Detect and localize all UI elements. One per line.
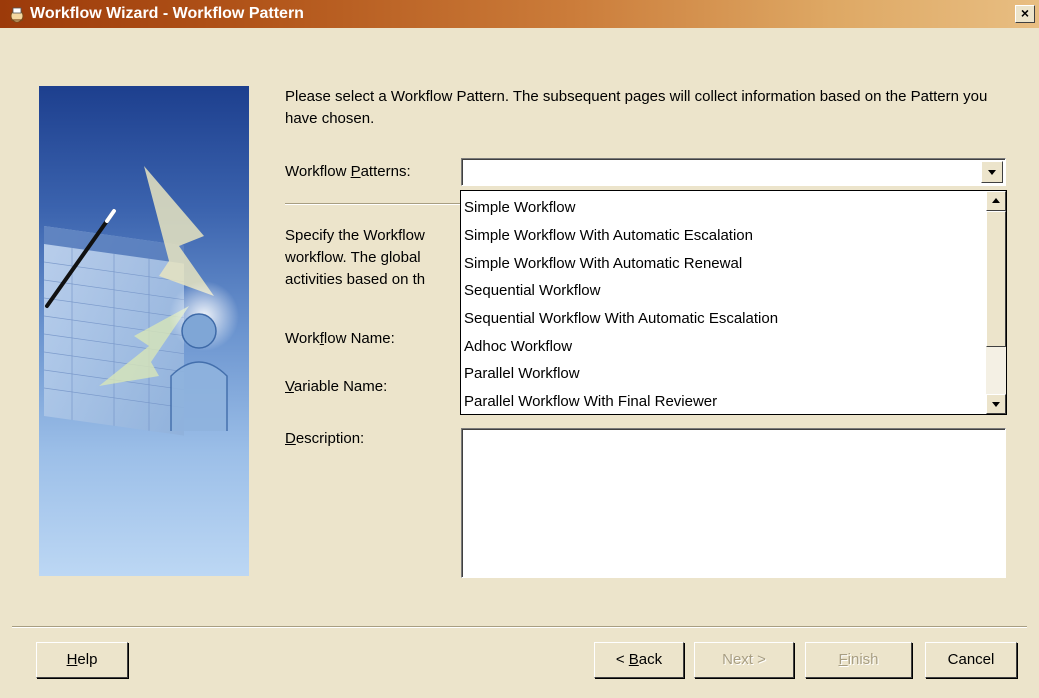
button-bar-separator [12, 626, 1027, 628]
dropdown-option[interactable]: Simple Workflow [464, 194, 575, 222]
variable-name-label: Variable Name: [285, 378, 388, 395]
workflow-patterns-label: Workflow Patterns: [285, 163, 411, 180]
dropdown-option[interactable]: Parallel Workflow [464, 360, 580, 388]
finish-button[interactable]: Finish [805, 642, 912, 678]
cancel-button[interactable]: Cancel [925, 642, 1017, 678]
scroll-up-icon [992, 198, 1000, 203]
dropdown-scrollbar[interactable] [986, 191, 1006, 414]
scrollbar-thumb[interactable] [986, 211, 1006, 347]
dropdown-option[interactable]: Sequential Workflow With Automatic Escal… [464, 305, 778, 333]
close-icon: × [1020, 5, 1030, 21]
spec-text-line: activities based on th [285, 271, 426, 288]
window-title: Workflow Wizard - Workflow Pattern [30, 5, 304, 22]
help-button[interactable]: Help [36, 642, 128, 678]
chevron-down-icon [988, 170, 996, 175]
spec-text-line: Specify the Workflow [285, 227, 425, 244]
workflow-patterns-combo[interactable] [461, 158, 1006, 186]
workflow-patterns-dropdown-button[interactable] [981, 161, 1003, 183]
scroll-up-button[interactable] [986, 191, 1006, 211]
spec-text-line: workflow. The global [285, 249, 421, 266]
wizard-illustration [39, 86, 249, 576]
scroll-down-icon [992, 402, 1000, 407]
spec-text: Specify the Workflow workflow. The globa… [285, 225, 465, 291]
wizard-illustration-graphic [44, 166, 239, 436]
workflow-patterns-dropdown-list[interactable]: Simple Workflow Simple Workflow With Aut… [460, 190, 1007, 415]
intro-text: Please select a Workflow Pattern. The su… [285, 88, 988, 127]
title-bar[interactable]: Workflow Wizard - Workflow Pattern × [0, 0, 1039, 28]
back-button[interactable]: < Back [594, 642, 684, 678]
workflow-wizard-dialog: Workflow Wizard - Workflow Pattern × Ple… [0, 0, 1039, 698]
next-button[interactable]: Next > [694, 642, 794, 678]
close-button[interactable]: × [1015, 5, 1035, 23]
dropdown-option[interactable]: Parallel Workflow With Final Reviewer [464, 388, 717, 416]
dropdown-option[interactable]: Adhoc Workflow [464, 333, 572, 361]
scroll-down-button[interactable] [986, 394, 1006, 414]
dropdown-option[interactable]: Simple Workflow With Automatic Escalatio… [464, 222, 753, 250]
wizard-app-icon [10, 7, 24, 23]
description-label: Description: [285, 430, 365, 447]
dropdown-option[interactable]: Simple Workflow With Automatic Renewal [464, 250, 742, 278]
dropdown-option[interactable]: Sequential Workflow [464, 277, 600, 305]
description-textarea[interactable] [461, 428, 1006, 578]
workflow-name-label: Workflow Name: [285, 330, 395, 347]
